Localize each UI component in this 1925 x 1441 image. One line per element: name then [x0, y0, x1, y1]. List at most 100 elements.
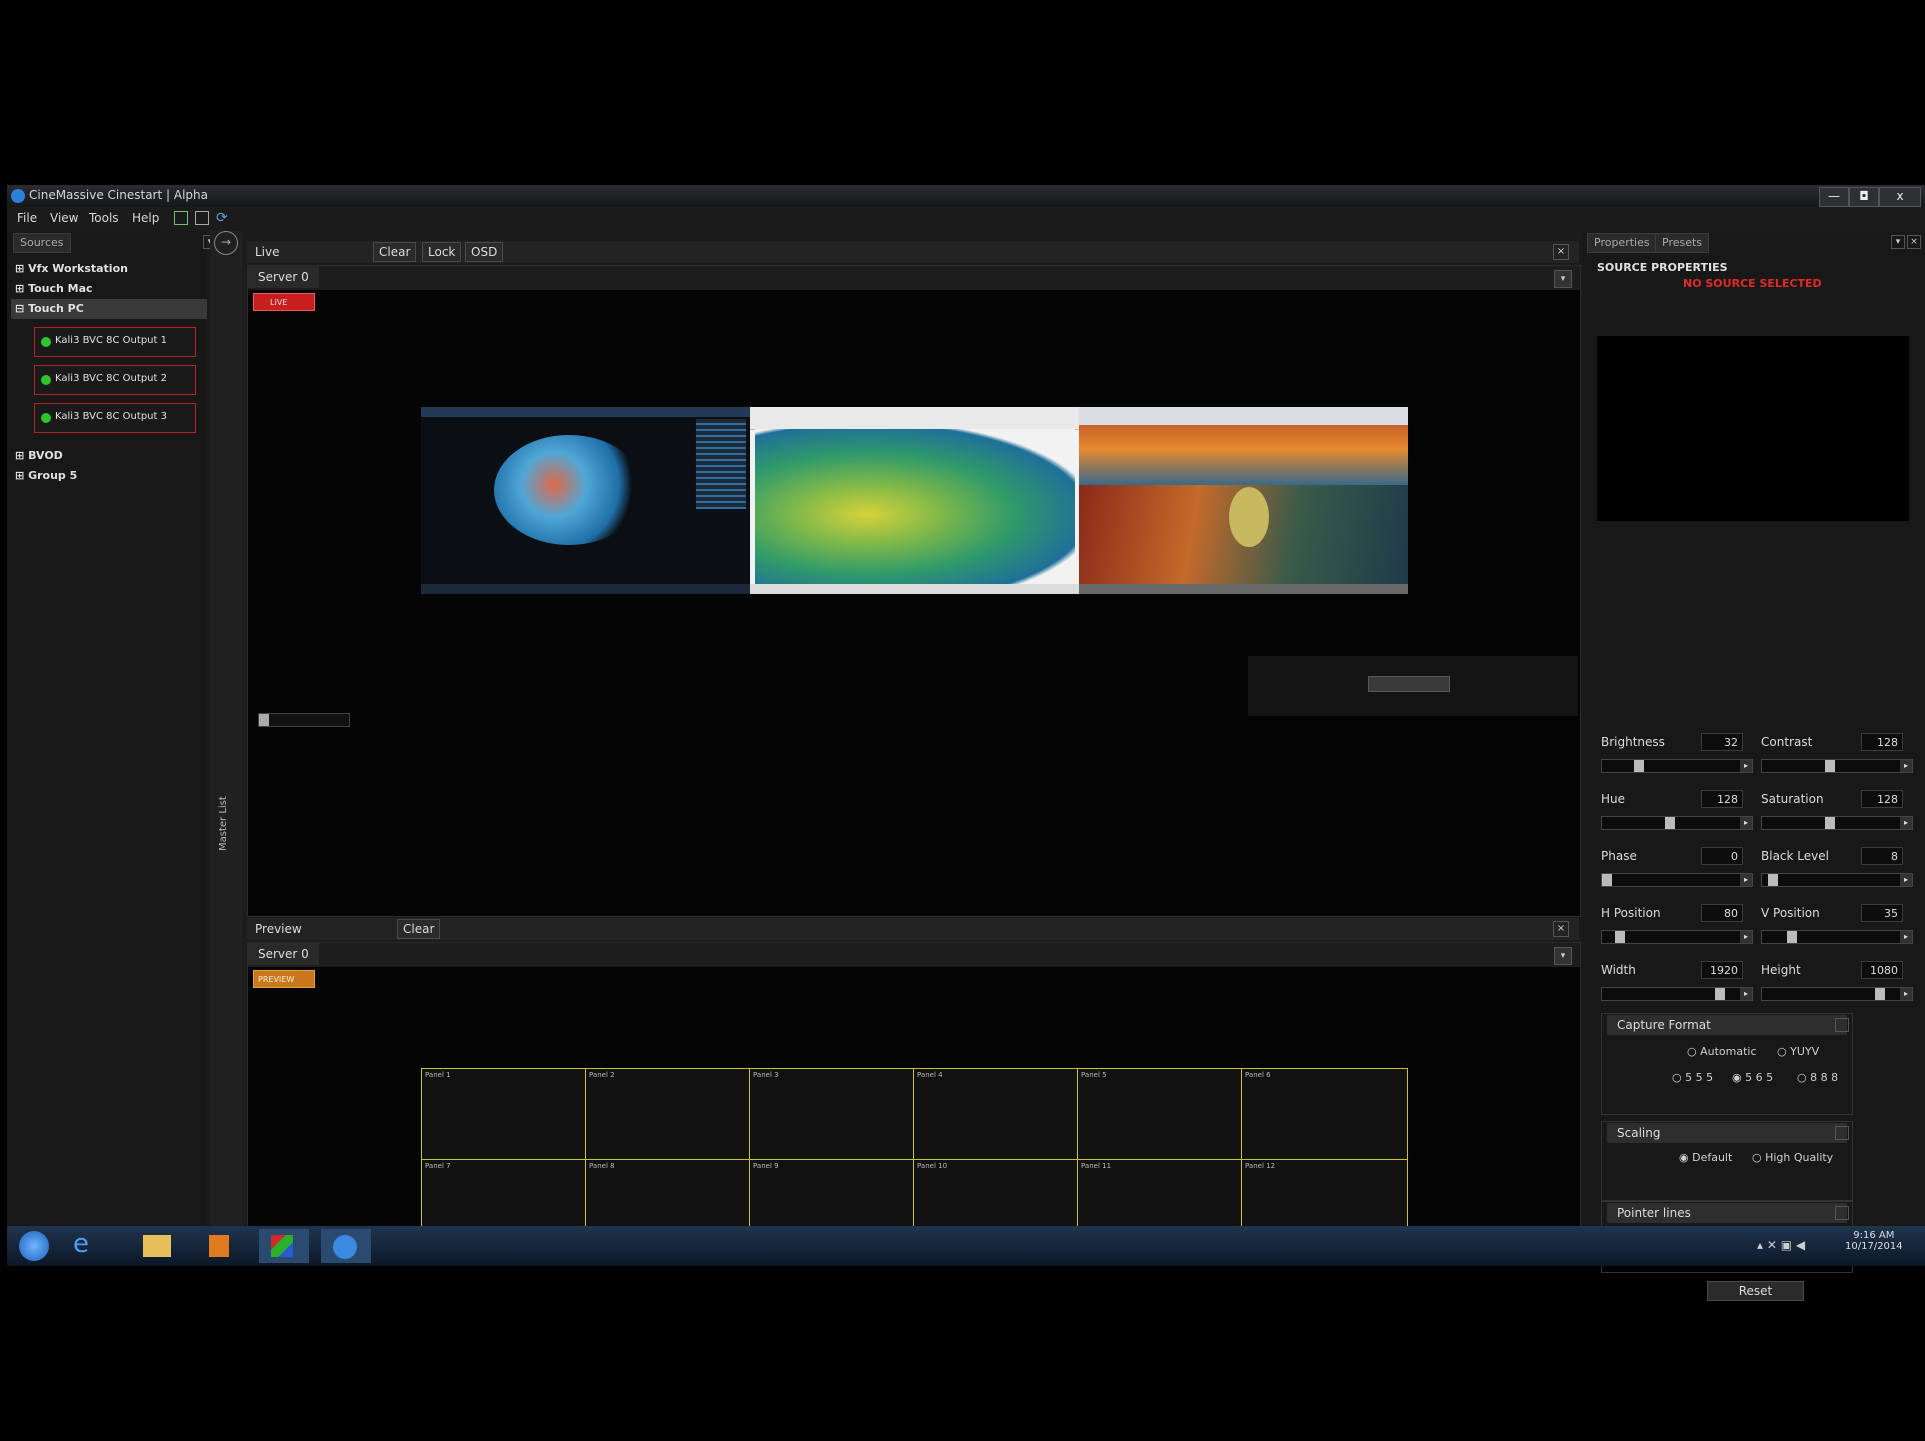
expand-icon[interactable]: ⊞ [15, 282, 24, 295]
slider-arrow-icon[interactable]: ▸ [1900, 874, 1912, 886]
clock[interactable]: 9:16 AM 10/17/2014 [1845, 1230, 1903, 1252]
saturation-slider[interactable]: ▸ [1761, 816, 1913, 830]
slider-arrow-icon[interactable]: ▸ [1740, 931, 1752, 943]
forward-icon[interactable]: → [214, 231, 238, 255]
hue-input[interactable]: 128 [1701, 790, 1743, 808]
dropdown-icon[interactable]: ▾ [1554, 947, 1572, 965]
collapse-icon[interactable] [1835, 1206, 1849, 1220]
slider-arrow-icon[interactable]: ▸ [1740, 988, 1752, 1000]
preview-panel-3[interactable]: Panel 3 [749, 1068, 914, 1160]
tree-item-touch-pc[interactable]: ⊟ Touch PC [15, 302, 84, 315]
radio-5-6-5[interactable]: ◉ 5 6 5 [1732, 1071, 1773, 1084]
preview-panel-6[interactable]: Panel 6 [1241, 1068, 1408, 1160]
start-button[interactable] [15, 1229, 55, 1263]
preview-panel-1[interactable]: Panel 1 [421, 1068, 586, 1160]
brightness-slider[interactable]: ▸ [1601, 759, 1753, 773]
close-icon[interactable]: × [1553, 921, 1569, 937]
black-level-input[interactable]: 8 [1861, 847, 1903, 865]
preview-panel-4[interactable]: Panel 4 [913, 1068, 1078, 1160]
live-lock-button[interactable]: Lock [422, 242, 462, 262]
brightness-input[interactable]: 32 [1701, 733, 1743, 751]
slider-thumb[interactable] [1665, 817, 1675, 829]
slider-arrow-icon[interactable]: ▸ [1740, 874, 1752, 886]
slider-thumb[interactable] [1602, 874, 1612, 886]
live-zoom-slider[interactable] [258, 713, 350, 727]
radio-high-quality[interactable]: ○ High Quality [1752, 1151, 1833, 1164]
radio-automatic[interactable]: ○ Automatic [1687, 1045, 1757, 1058]
close-icon[interactable]: × [1907, 235, 1921, 249]
h-position-input[interactable]: 80 [1701, 904, 1743, 922]
preview-panel-10[interactable]: Panel 10 [913, 1159, 1078, 1227]
live-clear-button[interactable]: Clear [373, 242, 417, 262]
save-icon[interactable] [195, 211, 209, 225]
app-globe-icon[interactable] [321, 1229, 371, 1263]
contrast-slider[interactable]: ▸ [1761, 759, 1913, 773]
expand-icon[interactable]: ⊞ [15, 262, 24, 275]
layout-icon[interactable] [174, 211, 188, 225]
slider-thumb[interactable] [1875, 988, 1885, 1000]
cinestart-taskbar-icon[interactable] [259, 1229, 309, 1263]
pin-icon[interactable]: ▾ [1891, 235, 1905, 249]
slider-arrow-icon[interactable]: ▸ [1740, 817, 1752, 829]
master-list-strip[interactable]: → Master List [210, 231, 243, 1226]
slider-arrow-icon[interactable]: ▸ [1740, 760, 1752, 772]
tree-item-bvod[interactable]: ⊞ BVOD [15, 449, 63, 462]
browser-icon[interactable]: e [73, 1229, 123, 1263]
maximize-button[interactable]: ◘ [1849, 187, 1879, 207]
preview-panel-grid[interactable]: Panel 1 Panel 2 Panel 3 Panel 4 Panel 5 … [421, 1068, 1408, 1227]
saturation-input[interactable]: 128 [1861, 790, 1903, 808]
slider-thumb[interactable] [1825, 817, 1835, 829]
preview-panel-5[interactable]: Panel 5 [1077, 1068, 1242, 1160]
tab-live-server-0[interactable]: Server 0 [248, 266, 319, 288]
explorer-icon[interactable] [135, 1229, 185, 1263]
live-wall-viewport[interactable] [421, 407, 1408, 594]
preview-panel-12[interactable]: Panel 12 [1241, 1159, 1408, 1227]
live-navigator[interactable] [1248, 656, 1578, 716]
close-button[interactable]: x [1879, 187, 1921, 207]
menu-help[interactable]: Help [132, 211, 159, 225]
slider-thumb[interactable] [1825, 760, 1835, 772]
preview-panel-9[interactable]: Panel 9 [749, 1159, 914, 1227]
radio-default[interactable]: ◉ Default [1679, 1151, 1732, 1164]
expand-icon[interactable]: ⊞ [15, 449, 24, 462]
dropdown-icon[interactable]: ▾ [1554, 270, 1572, 288]
v-position-slider[interactable]: ▸ [1761, 930, 1913, 944]
refresh-icon[interactable]: ⟳ [216, 210, 228, 226]
phase-slider[interactable]: ▸ [1601, 873, 1753, 887]
width-input[interactable]: 1920 [1701, 961, 1743, 979]
h-position-slider[interactable]: ▸ [1601, 930, 1753, 944]
close-icon[interactable]: × [1553, 244, 1569, 260]
minimize-button[interactable]: — [1819, 187, 1849, 207]
preview-panel-8[interactable]: Panel 8 [585, 1159, 750, 1227]
capture-format-header[interactable]: Capture Format [1607, 1015, 1847, 1035]
radio-8-8-8[interactable]: ○ 8 8 8 [1797, 1071, 1838, 1084]
black-level-slider[interactable]: ▸ [1761, 873, 1913, 887]
media-player-icon[interactable] [197, 1229, 247, 1263]
height-slider[interactable]: ▸ [1761, 987, 1913, 1001]
tab-preview-server-0[interactable]: Server 0 [248, 943, 319, 965]
tab-presets[interactable]: Presets [1655, 233, 1710, 253]
slider-thumb[interactable] [1615, 931, 1625, 943]
tray-icons[interactable]: ▴ ✕ ▣ ◀ [1757, 1238, 1805, 1252]
pointer-lines-header[interactable]: Pointer lines [1607, 1203, 1847, 1223]
slider-arrow-icon[interactable]: ▸ [1900, 931, 1912, 943]
scaling-header[interactable]: Scaling [1607, 1123, 1847, 1143]
width-slider[interactable]: ▸ [1601, 987, 1753, 1001]
source-output-2[interactable]: Kali3 BVC 8C Output 2 [34, 365, 196, 395]
collapse-icon[interactable] [1835, 1018, 1849, 1032]
slider-arrow-icon[interactable]: ▸ [1900, 817, 1912, 829]
v-position-input[interactable]: 35 [1861, 904, 1903, 922]
slider-thumb[interactable] [1634, 760, 1644, 772]
tab-sources[interactable]: Sources [13, 233, 71, 253]
height-input[interactable]: 1080 [1861, 961, 1903, 979]
slider-thumb[interactable] [1715, 988, 1725, 1000]
expand-icon[interactable]: ⊞ [15, 469, 24, 482]
slider-arrow-icon[interactable]: ▸ [1900, 760, 1912, 772]
slider-thumb[interactable] [1787, 931, 1797, 943]
slider-arrow-icon[interactable]: ▸ [1900, 988, 1912, 1000]
slider-thumb[interactable] [1768, 874, 1778, 886]
tab-properties[interactable]: Properties [1587, 233, 1657, 253]
tree-item-vfx-workstation[interactable]: ⊞ Vfx Workstation [15, 262, 128, 275]
collapse-icon[interactable]: ⊟ [15, 302, 24, 315]
radio-5-5-5[interactable]: ○ 5 5 5 [1672, 1071, 1713, 1084]
